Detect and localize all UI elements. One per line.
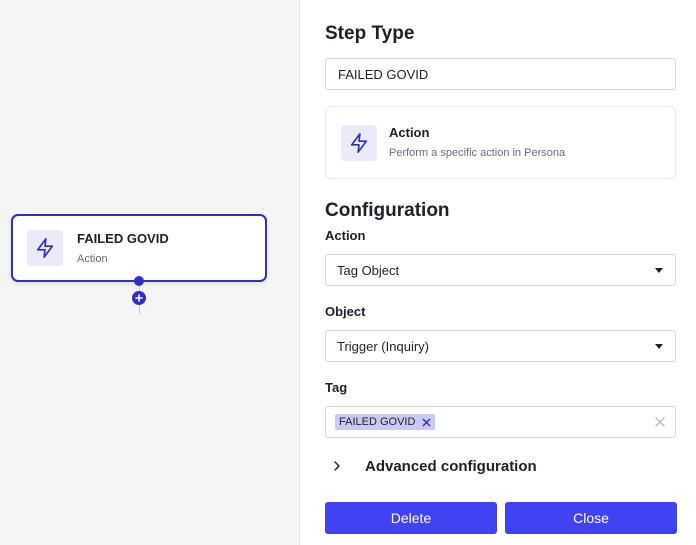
delete-button[interactable]: Delete (325, 502, 497, 534)
node-subtitle: Action (77, 252, 108, 265)
tag-multiselect[interactable]: FAILED GOVID (325, 406, 676, 438)
workflow-node-failed-govid[interactable]: FAILED GOVID Action (11, 214, 267, 282)
action-label: Action (325, 228, 366, 243)
tag-label: Tag (325, 380, 348, 395)
plus-icon (135, 294, 143, 302)
object-select-value: Trigger (Inquiry) (337, 338, 429, 354)
add-step-button[interactable] (132, 291, 146, 305)
step-type-title: Action (389, 124, 430, 140)
lightning-icon (27, 230, 63, 266)
clear-tags-icon[interactable] (654, 416, 666, 428)
chevron-right-icon (329, 458, 345, 474)
chip-remove-icon[interactable] (421, 417, 431, 427)
step-config-panel: Step Type Action Perform a specific acti… (301, 0, 696, 545)
object-label: Object (325, 304, 366, 319)
action-select-value: Tag Object (337, 262, 400, 278)
close-button[interactable]: Close (505, 502, 677, 534)
configuration-heading: Configuration (325, 200, 450, 221)
action-select[interactable]: Tag Object (325, 254, 676, 286)
advanced-configuration-label: Advanced configuration (365, 457, 537, 475)
tag-chip: FAILED GOVID (335, 414, 436, 430)
caret-down-icon (655, 343, 663, 349)
step-type-card[interactable]: Action Perform a specific action in Pers… (325, 106, 676, 179)
lightning-icon (341, 124, 377, 161)
tag-chip-label: FAILED GOVID (339, 416, 416, 428)
step-name-input[interactable] (325, 58, 676, 90)
step-type-description: Perform a specific action in Persona (389, 146, 566, 159)
object-select[interactable]: Trigger (Inquiry) (325, 330, 676, 362)
node-output-handle[interactable] (134, 276, 144, 286)
workflow-canvas[interactable]: FAILED GOVID Action (0, 0, 300, 545)
caret-down-icon (655, 267, 663, 273)
step-type-heading: Step Type (325, 23, 415, 44)
advanced-configuration-toggle[interactable]: Advanced configuration (325, 456, 676, 476)
node-title: FAILED GOVID (77, 230, 169, 246)
